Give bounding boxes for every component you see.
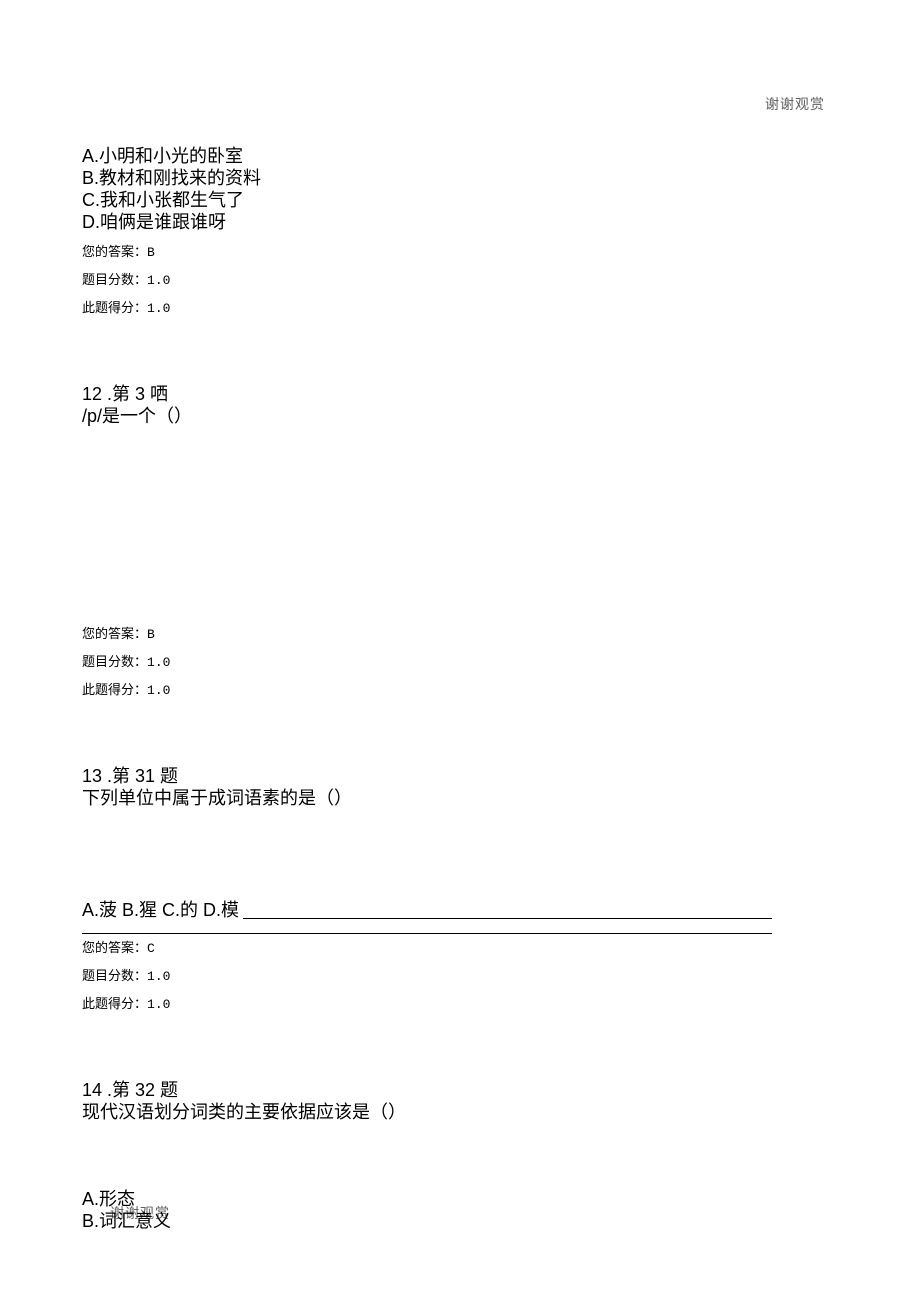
score-value: 1.0 <box>147 273 170 288</box>
header-watermark: 谢谢观赏 <box>765 94 825 114</box>
q12-header: 12 .第 3 哂 <box>82 383 772 405</box>
got-value: 1.0 <box>147 997 170 1012</box>
underline-fill <box>243 918 772 919</box>
got-value: 1.0 <box>147 683 170 698</box>
answer-value: B <box>147 627 155 642</box>
q11-answer: 您的答案：B <box>82 244 772 261</box>
q13-options-inline: A.菠 B.猩 C.的 D.模 <box>82 899 239 921</box>
answer-value: B <box>147 245 155 260</box>
answer-label: 您的答案： <box>82 940 147 955</box>
score-label: 题目分数： <box>82 654 147 669</box>
score-value: 1.0 <box>147 969 170 984</box>
page-content: A.小明和小光的卧室 B.教材和刚找来的资料 C.我和小张都生气了 D.咱俩是谁… <box>82 145 772 1232</box>
q14-text: 现代汉语划分词类的主要依据应该是（） <box>82 1101 772 1123</box>
got-label: 此题得分： <box>82 682 147 697</box>
q11-score: 题目分数：1.0 <box>82 272 772 289</box>
q11-option-d: D.咱俩是谁跟谁呀 <box>82 211 772 233</box>
q13-header: 13 .第 31 题 <box>82 765 772 787</box>
answer-value: C <box>147 941 155 956</box>
q13-got: 此题得分：1.0 <box>82 996 772 1013</box>
got-value: 1.0 <box>147 301 170 316</box>
q11-got: 此题得分：1.0 <box>82 300 772 317</box>
q11-option-a: A.小明和小光的卧室 <box>82 145 772 167</box>
q12-score: 题目分数：1.0 <box>82 654 772 671</box>
got-label: 此题得分： <box>82 996 147 1011</box>
q13-text: 下列单位中属于成词语素的是（） <box>82 787 772 809</box>
q13-answer: 您的答案：C <box>82 940 772 957</box>
divider-line <box>82 933 772 934</box>
q11-option-b: B.教材和刚找来的资料 <box>82 167 772 189</box>
q11-option-c: C.我和小张都生气了 <box>82 189 772 211</box>
score-label: 题目分数： <box>82 968 147 983</box>
q12-got: 此题得分：1.0 <box>82 682 772 699</box>
q13-options-row: A.菠 B.猩 C.的 D.模 <box>82 899 772 921</box>
score-label: 题目分数： <box>82 272 147 287</box>
got-label: 此题得分： <box>82 300 147 315</box>
q14-option-b: B.词汇意义 <box>82 1210 772 1232</box>
q13-score: 题目分数：1.0 <box>82 968 772 985</box>
q12-answer: 您的答案：B <box>82 626 772 643</box>
answer-label: 您的答案： <box>82 626 147 641</box>
score-value: 1.0 <box>147 655 170 670</box>
q14-header: 14 .第 32 题 <box>82 1079 772 1101</box>
q12-text: /p/是一个（） <box>82 405 772 427</box>
q14-option-a: A.形态 <box>82 1188 772 1210</box>
answer-label: 您的答案： <box>82 244 147 259</box>
